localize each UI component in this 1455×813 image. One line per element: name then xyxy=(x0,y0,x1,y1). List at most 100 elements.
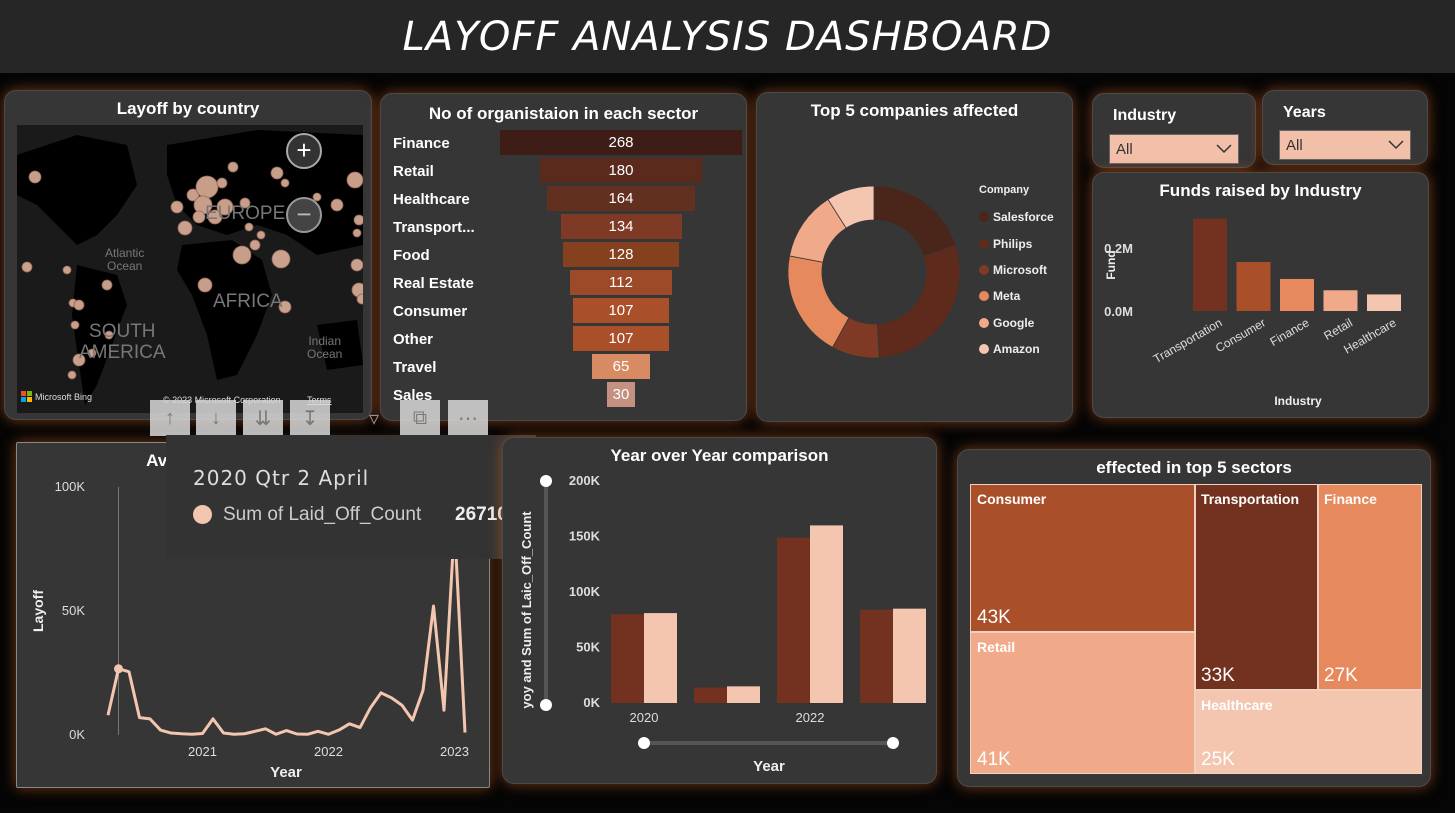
x-tick-label: Transportation xyxy=(1151,315,1225,366)
filter-icon[interactable]: ▿ xyxy=(354,400,394,436)
funds-bar[interactable] xyxy=(1367,294,1401,311)
funnel-bar[interactable]: 180 xyxy=(539,158,703,183)
x-axis-label: Industry xyxy=(1274,394,1322,408)
donut-slice[interactable] xyxy=(873,185,957,257)
y-tick-label: 0K xyxy=(583,695,600,710)
funnel-bar[interactable]: 134 xyxy=(560,214,682,239)
legend-item[interactable]: Microsoft xyxy=(979,257,1054,283)
treemap-cell-value: 25K xyxy=(1201,749,1235,770)
funnel-bar[interactable]: 107 xyxy=(572,326,670,351)
funds-bar[interactable] xyxy=(1193,218,1227,311)
focus-mode-icon[interactable]: ⧉ xyxy=(400,400,440,436)
funnel-category-label: Other xyxy=(393,331,434,348)
yoy-bar[interactable] xyxy=(777,537,810,703)
companies-donut-chart[interactable] xyxy=(781,179,967,365)
funnel-value-label: 180 xyxy=(608,162,634,179)
x-tick-label: 2020 xyxy=(630,710,659,725)
yoy-bar[interactable] xyxy=(893,608,926,703)
donut-slice[interactable] xyxy=(787,255,850,348)
yoy-bar[interactable] xyxy=(694,687,727,703)
legend-dot-icon xyxy=(979,212,989,223)
legend-dot-icon xyxy=(979,264,989,275)
more-options-icon[interactable]: ⋯ xyxy=(448,400,488,436)
funnel-bar[interactable]: 30 xyxy=(607,382,635,407)
funnel-bar[interactable]: 268 xyxy=(500,130,742,155)
years-dropdown[interactable]: All xyxy=(1279,130,1411,160)
funds-title: Funds raised by Industry xyxy=(1159,181,1362,200)
funnel-bar[interactable]: 164 xyxy=(546,186,696,211)
zoom-out-button[interactable]: − xyxy=(286,197,322,233)
industry-dropdown-value: All xyxy=(1116,140,1133,158)
yoy-bar[interactable] xyxy=(644,613,677,703)
yoy-bar[interactable] xyxy=(810,525,843,703)
yoy-bar[interactable] xyxy=(727,686,760,703)
treemap-cell-retail[interactable]: Retail 41K xyxy=(970,632,1195,774)
treemap-cell-consumer[interactable]: Consumer 43K xyxy=(970,484,1195,632)
years-slicer: Years All xyxy=(1262,90,1428,165)
funnel-category-label: Consumer xyxy=(393,303,468,320)
legend-item[interactable]: Philips xyxy=(979,230,1054,256)
y-tick-label: 100K xyxy=(569,584,601,599)
funnel-category-label: Food xyxy=(393,247,430,264)
yoy-bar[interactable] xyxy=(860,609,893,703)
drill-up-icon[interactable]: ↑ xyxy=(150,400,190,436)
tooltip-value: 26710 xyxy=(455,504,508,525)
funds-bar[interactable] xyxy=(1280,278,1314,311)
y-range-slider-handle[interactable] xyxy=(540,699,552,711)
funds-bar[interactable] xyxy=(1323,290,1358,311)
treemap-cell-label: Consumer xyxy=(977,491,1047,507)
legend-item[interactable]: Meta xyxy=(979,283,1054,309)
drill-down-icon[interactable]: ↓ xyxy=(196,400,236,436)
funnel-category-label: Healthcare xyxy=(393,191,470,208)
funds-bar-chart[interactable]: 0.2M0.0MFundTransportationConsumer Financ… xyxy=(1093,203,1430,417)
map-label-indian: Indian Ocean xyxy=(307,334,343,361)
world-map[interactable] xyxy=(17,125,363,413)
yoy-bar-chart[interactable]: yoy and Sum of Laic_Off_Count 200K 150K 100… xyxy=(503,468,938,783)
y-range-slider-handle[interactable] xyxy=(540,475,552,487)
x-tick-label: 2023 xyxy=(440,744,469,759)
yoy-title: Year over Year comparison xyxy=(610,446,829,465)
x-axis-label: Year xyxy=(270,764,302,781)
funnel-value-label: 65 xyxy=(612,358,630,375)
hover-point[interactable] xyxy=(114,664,123,674)
y-axis-label: Layoff xyxy=(30,590,46,632)
donut-legend: Salesforce Philips Microsoft Meta Google Amaz… xyxy=(979,204,1054,362)
sector-card: No of organistaion in each sector Financ… xyxy=(380,93,747,421)
dashboard-title: LAYOFF ANALYSIS DASHBOARD xyxy=(402,13,1053,60)
legend-item[interactable]: Salesforce xyxy=(979,204,1054,230)
expand-all-icon[interactable]: ↧ xyxy=(290,400,330,436)
zoom-in-button[interactable]: + xyxy=(286,133,322,169)
treemap-cell-healthcare[interactable]: Healthcare 25K xyxy=(1195,690,1422,774)
treemap-cell-transportation[interactable]: Transportation 33K xyxy=(1195,484,1318,690)
treemap-cell-finance[interactable]: Finance 27K xyxy=(1318,484,1422,690)
x-range-slider-handle[interactable] xyxy=(887,737,899,749)
industry-dropdown[interactable]: All xyxy=(1109,134,1239,164)
x-tick-label: 2022 xyxy=(314,744,343,759)
funnel-category-label: Transport... xyxy=(393,219,475,236)
legend-item[interactable]: Google xyxy=(979,310,1054,336)
legend-item[interactable]: Amazon xyxy=(979,336,1054,362)
years-slicer-label: Years xyxy=(1283,104,1326,121)
x-tick-label: 2021 xyxy=(188,744,217,759)
funds-bar[interactable] xyxy=(1236,262,1271,311)
x-axis-label: Year xyxy=(753,758,785,775)
funnel-category-label: Real Estate xyxy=(393,275,474,292)
funnel-bar[interactable]: 107 xyxy=(572,298,670,323)
y-tick-label: 50K xyxy=(576,640,600,655)
donut-slice[interactable] xyxy=(876,244,961,359)
treemap-cell-value: 33K xyxy=(1201,665,1235,686)
funnel-bar[interactable]: 128 xyxy=(563,242,679,267)
yoy-card: Year over Year comparison yoy and Sum of… xyxy=(502,437,937,784)
funnel-value-label: 164 xyxy=(608,190,634,207)
tooltip-header: 2020 Qtr 2 April xyxy=(193,466,370,490)
expand-next-level-icon[interactable]: ⇊ xyxy=(243,400,283,436)
funnel-bar[interactable]: 65 xyxy=(591,354,651,379)
legend-dot-icon xyxy=(979,238,989,249)
funnel-value-label: 107 xyxy=(608,302,634,319)
treemap-card: effected in top 5 sectors Consumer 43K T… xyxy=(957,449,1431,787)
x-range-slider-handle[interactable] xyxy=(638,737,650,749)
yoy-bar[interactable] xyxy=(611,614,644,703)
x-tick-label: Consumer xyxy=(1213,315,1268,355)
funnel-bar[interactable]: 112 xyxy=(570,270,672,295)
funnel-value-label: 134 xyxy=(608,218,634,235)
